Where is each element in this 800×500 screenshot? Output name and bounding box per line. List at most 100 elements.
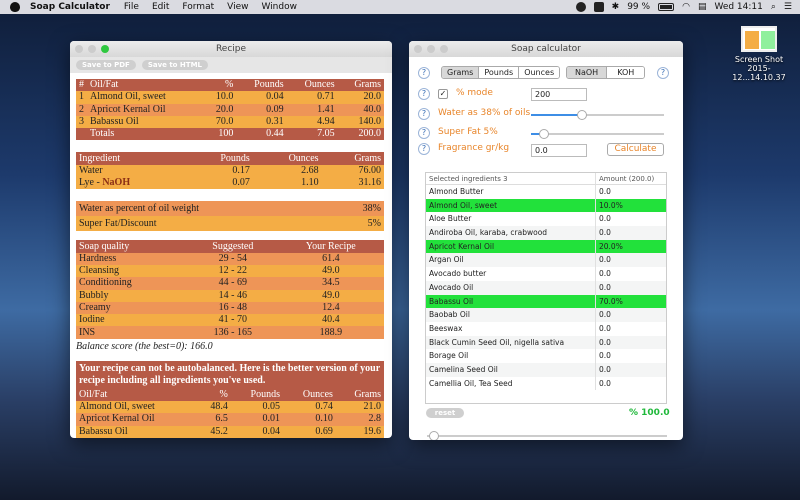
ingredient-amount[interactable]: 0.0 [596, 185, 666, 199]
unit-ounces[interactable]: Ounces [518, 67, 560, 78]
cell: 0.31 [236, 115, 287, 129]
help-icon[interactable]: ? [418, 143, 430, 155]
help-icon[interactable]: ? [418, 88, 430, 100]
list-item[interactable]: Black Cumin Seed Oil, nigella sativa 0.0 [426, 335, 666, 350]
help-icon[interactable]: ? [657, 67, 669, 79]
clock[interactable]: Wed 14:11 [714, 2, 762, 12]
cell: 0.74 [282, 401, 336, 414]
minimize-button[interactable] [88, 45, 96, 53]
unit-pounds[interactable]: Pounds [478, 67, 519, 78]
cell: 0.17 [185, 164, 253, 178]
cell: Conditioning [76, 277, 188, 290]
water-slider[interactable] [531, 110, 664, 120]
battery-icon[interactable] [658, 3, 675, 11]
calculate-button[interactable]: Calculate [607, 143, 664, 156]
list-item[interactable]: Babassu Oil 70.0% [426, 294, 666, 309]
save-pdf-button[interactable]: Save to PDF [76, 60, 136, 70]
minimize-button[interactable] [427, 45, 435, 53]
list-item[interactable]: Avocado butter 0.0 [426, 267, 666, 281]
list-item[interactable]: Aloe Butter 0.0 [426, 212, 666, 227]
ingredient-amount[interactable]: 0.0 [596, 253, 666, 267]
bluetooth-icon[interactable]: ✱ [612, 2, 620, 12]
list-item[interactable]: Beeswax 0.0 [426, 321, 666, 336]
menu-app-name[interactable]: Soap Calculator [30, 2, 110, 12]
fragrance-input[interactable]: 0.0 [531, 144, 587, 157]
ingredient-amount[interactable]: 0.0 [596, 281, 666, 295]
ingredient-amount[interactable]: 0.0 [596, 322, 666, 336]
zoom-button[interactable] [101, 45, 109, 53]
help-icon[interactable]: ? [418, 67, 430, 79]
list-item[interactable]: Apricot Kernal Oil 20.0% [426, 239, 666, 254]
ingredient-amount[interactable]: 0.0 [596, 377, 666, 391]
ingredient-amount[interactable]: 0.0 [596, 363, 666, 377]
list-item[interactable]: Borage Oil 0.0 [426, 349, 666, 363]
col-header: # [76, 79, 87, 92]
list-item[interactable]: Camellia Oil, Tea Seed 0.0 [426, 376, 666, 391]
ingredient-amount[interactable]: 0.0 [596, 226, 666, 240]
ingredient-amount[interactable]: 0.0 [596, 336, 666, 350]
cell [76, 128, 87, 141]
list-item[interactable]: Avocado Oil 0.0 [426, 280, 666, 295]
ingredient-amount[interactable]: 0.0 [596, 308, 666, 322]
menu-format[interactable]: Format [182, 2, 214, 12]
cell: 49.0 [277, 289, 384, 302]
list-item[interactable]: Almond Oil, sweet 10.0% [426, 198, 666, 213]
cell: 48.4 [196, 401, 231, 414]
bottom-slider-knob[interactable] [429, 431, 439, 440]
cell: 12 - 22 [187, 264, 278, 278]
ingredient-amount[interactable]: 20.0% [596, 240, 666, 254]
list-item[interactable]: Almond Butter 0.0 [426, 185, 666, 199]
water-slider-knob[interactable] [576, 110, 587, 120]
lye-naoh[interactable]: NaOH [567, 67, 607, 78]
ingredient-amount[interactable]: 70.0% [596, 295, 666, 309]
cell: 34.5 [277, 277, 384, 290]
list-item[interactable]: Andiroba Oil, karaba, crabwood 0.0 [426, 226, 666, 240]
search-icon[interactable]: ⌕ [771, 2, 776, 12]
calculator-titlebar[interactable]: Soap calculator [409, 41, 683, 57]
menu-edit[interactable]: Edit [152, 2, 169, 12]
wifi-icon[interactable]: ◠ [682, 2, 690, 12]
close-button[interactable] [414, 45, 422, 53]
lye-koh[interactable]: KOH [606, 67, 645, 78]
menu-file[interactable]: File [124, 2, 139, 12]
file-name-line1: Screen Shot [734, 55, 784, 64]
total-amount-input[interactable]: 200 [531, 88, 587, 101]
list-icon[interactable]: ☰ [784, 2, 792, 12]
apple-icon[interactable] [10, 2, 20, 12]
ingredient-amount[interactable]: 0.0 [596, 212, 666, 226]
table-row: Bubbly 14 - 46 49.0 [76, 289, 384, 302]
menu-view[interactable]: View [227, 2, 248, 12]
list-item[interactable]: Argan Oil 0.0 [426, 253, 666, 268]
help-icon[interactable]: ? [418, 127, 430, 139]
skype-icon[interactable] [575, 2, 586, 12]
unit-grams[interactable]: Grams [442, 67, 479, 78]
list-item[interactable]: Baobab Oil 0.0 [426, 308, 666, 322]
recipe-titlebar[interactable]: Recipe [70, 41, 392, 57]
save-html-button[interactable]: Save to HTML [141, 60, 208, 70]
desktop-screenshot-file[interactable]: Screen Shot 2015-12...14.10.37 [722, 26, 796, 82]
ingredient-amount[interactable]: 0.0 [596, 349, 666, 363]
bottom-slider[interactable] [427, 431, 667, 440]
help-icon[interactable]: ? [418, 108, 430, 120]
ingredient-amount[interactable]: 10.0% [596, 199, 666, 213]
col-header: Pounds [230, 388, 283, 402]
superfat-slider-knob[interactable] [539, 129, 550, 139]
superfat-slider[interactable] [531, 129, 664, 139]
cell: 44 - 69 [187, 277, 278, 290]
menu-window[interactable]: Window [261, 2, 297, 12]
percent-mode-checkbox[interactable]: ✓ [438, 89, 448, 99]
reset-button[interactable]: reset [426, 408, 464, 418]
col-header: % [203, 79, 237, 92]
list-item[interactable]: Camelina Seed Oil 0.0 [426, 362, 666, 377]
recipe-window: Recipe Save to PDF Save to HTML # Oil/Fa… [70, 41, 392, 438]
zoom-button[interactable] [440, 45, 448, 53]
col-header: % [196, 388, 231, 402]
cell: 70.0 [203, 115, 237, 129]
table-row: Conditioning 44 - 69 34.5 [76, 277, 384, 290]
col-header: Ounces [286, 79, 338, 92]
ingredient-amount[interactable]: 0.0 [596, 267, 666, 281]
flag-icon[interactable]: ▤ [698, 2, 707, 12]
close-button[interactable] [75, 45, 83, 53]
dropbox-icon[interactable] [593, 2, 604, 12]
list-header: Selected ingredients 3 Amount (200.0) [426, 173, 666, 185]
